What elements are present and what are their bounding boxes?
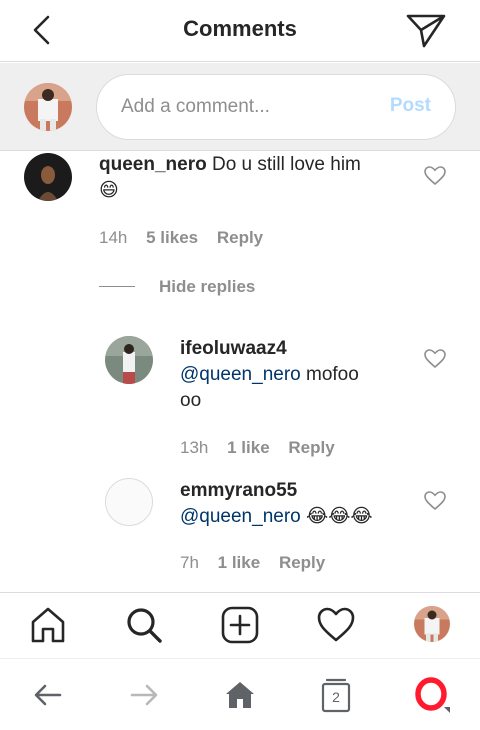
emoji: 😂😂😂 — [306, 506, 373, 527]
top-bar: Comments — [0, 0, 480, 62]
likes-count[interactable]: 5 likes — [146, 228, 198, 247]
comment-time: 13h — [180, 438, 209, 457]
tabs-count: 2 — [332, 689, 340, 705]
comment-username[interactable]: emmyrano55 — [180, 480, 297, 501]
comment-text: queen_nero Do u still love him 😄 — [99, 152, 399, 204]
paper-plane-icon[interactable] — [404, 10, 448, 50]
profile-avatar[interactable] — [414, 606, 450, 642]
search-icon[interactable] — [124, 605, 164, 645]
reply-button[interactable]: Reply — [217, 228, 263, 247]
comment-composer: Post — [0, 63, 480, 151]
heart-activity-icon[interactable] — [316, 605, 356, 645]
comment-time: 14h — [99, 228, 128, 247]
comment-body: Do u still love him — [211, 154, 361, 175]
comment-meta: 13h 1 like Reply — [180, 438, 349, 458]
divider — [99, 286, 135, 287]
comment-time: 7h — [180, 553, 199, 572]
comment-username[interactable]: queen_nero — [99, 154, 207, 175]
mention-link[interactable]: @queen_nero — [180, 364, 301, 385]
post-button[interactable]: Post — [390, 95, 431, 117]
like-heart-icon[interactable] — [424, 491, 446, 511]
like-heart-icon[interactable] — [424, 166, 446, 186]
new-post-icon[interactable] — [220, 605, 260, 645]
comment-meta: 7h 1 like Reply — [180, 553, 339, 573]
home-icon[interactable] — [222, 677, 258, 713]
likes-count[interactable]: 1 like — [218, 553, 261, 572]
mention-link[interactable]: @queen_nero — [180, 506, 301, 527]
like-heart-icon[interactable] — [424, 349, 446, 369]
opera-menu-icon[interactable] — [414, 677, 450, 713]
browser-bar: 2 — [0, 658, 480, 730]
reply-text: ifeoluwaaz4 @queen_nero mofoo oo — [180, 336, 400, 414]
avatar[interactable] — [105, 478, 153, 526]
avatar[interactable] — [24, 153, 72, 201]
forward-arrow-icon[interactable] — [126, 677, 162, 713]
comment-body: mofoo — [306, 364, 359, 385]
comment-meta: 14h 5 likes Reply — [99, 228, 277, 248]
comment-input-wrapper: Post — [96, 74, 456, 140]
comment-username[interactable]: ifeoluwaaz4 — [180, 338, 287, 359]
hide-replies-button[interactable]: Hide replies — [159, 277, 255, 297]
home-icon[interactable] — [28, 605, 68, 645]
bottom-tab-bar — [0, 592, 480, 658]
comment-input[interactable] — [121, 75, 371, 139]
comment-body-continued: oo — [180, 390, 202, 411]
reply-text: emmyrano55 @queen_nero 😂😂😂 — [180, 478, 420, 530]
avatar[interactable] — [105, 336, 153, 384]
reply-button[interactable]: Reply — [279, 553, 325, 572]
tabs-button[interactable]: 2 — [318, 677, 354, 713]
back-arrow-icon[interactable] — [30, 677, 66, 713]
avatar — [24, 83, 72, 131]
emoji: 😄 — [99, 180, 119, 201]
reply-button[interactable]: Reply — [288, 438, 334, 457]
likes-count[interactable]: 1 like — [227, 438, 270, 457]
